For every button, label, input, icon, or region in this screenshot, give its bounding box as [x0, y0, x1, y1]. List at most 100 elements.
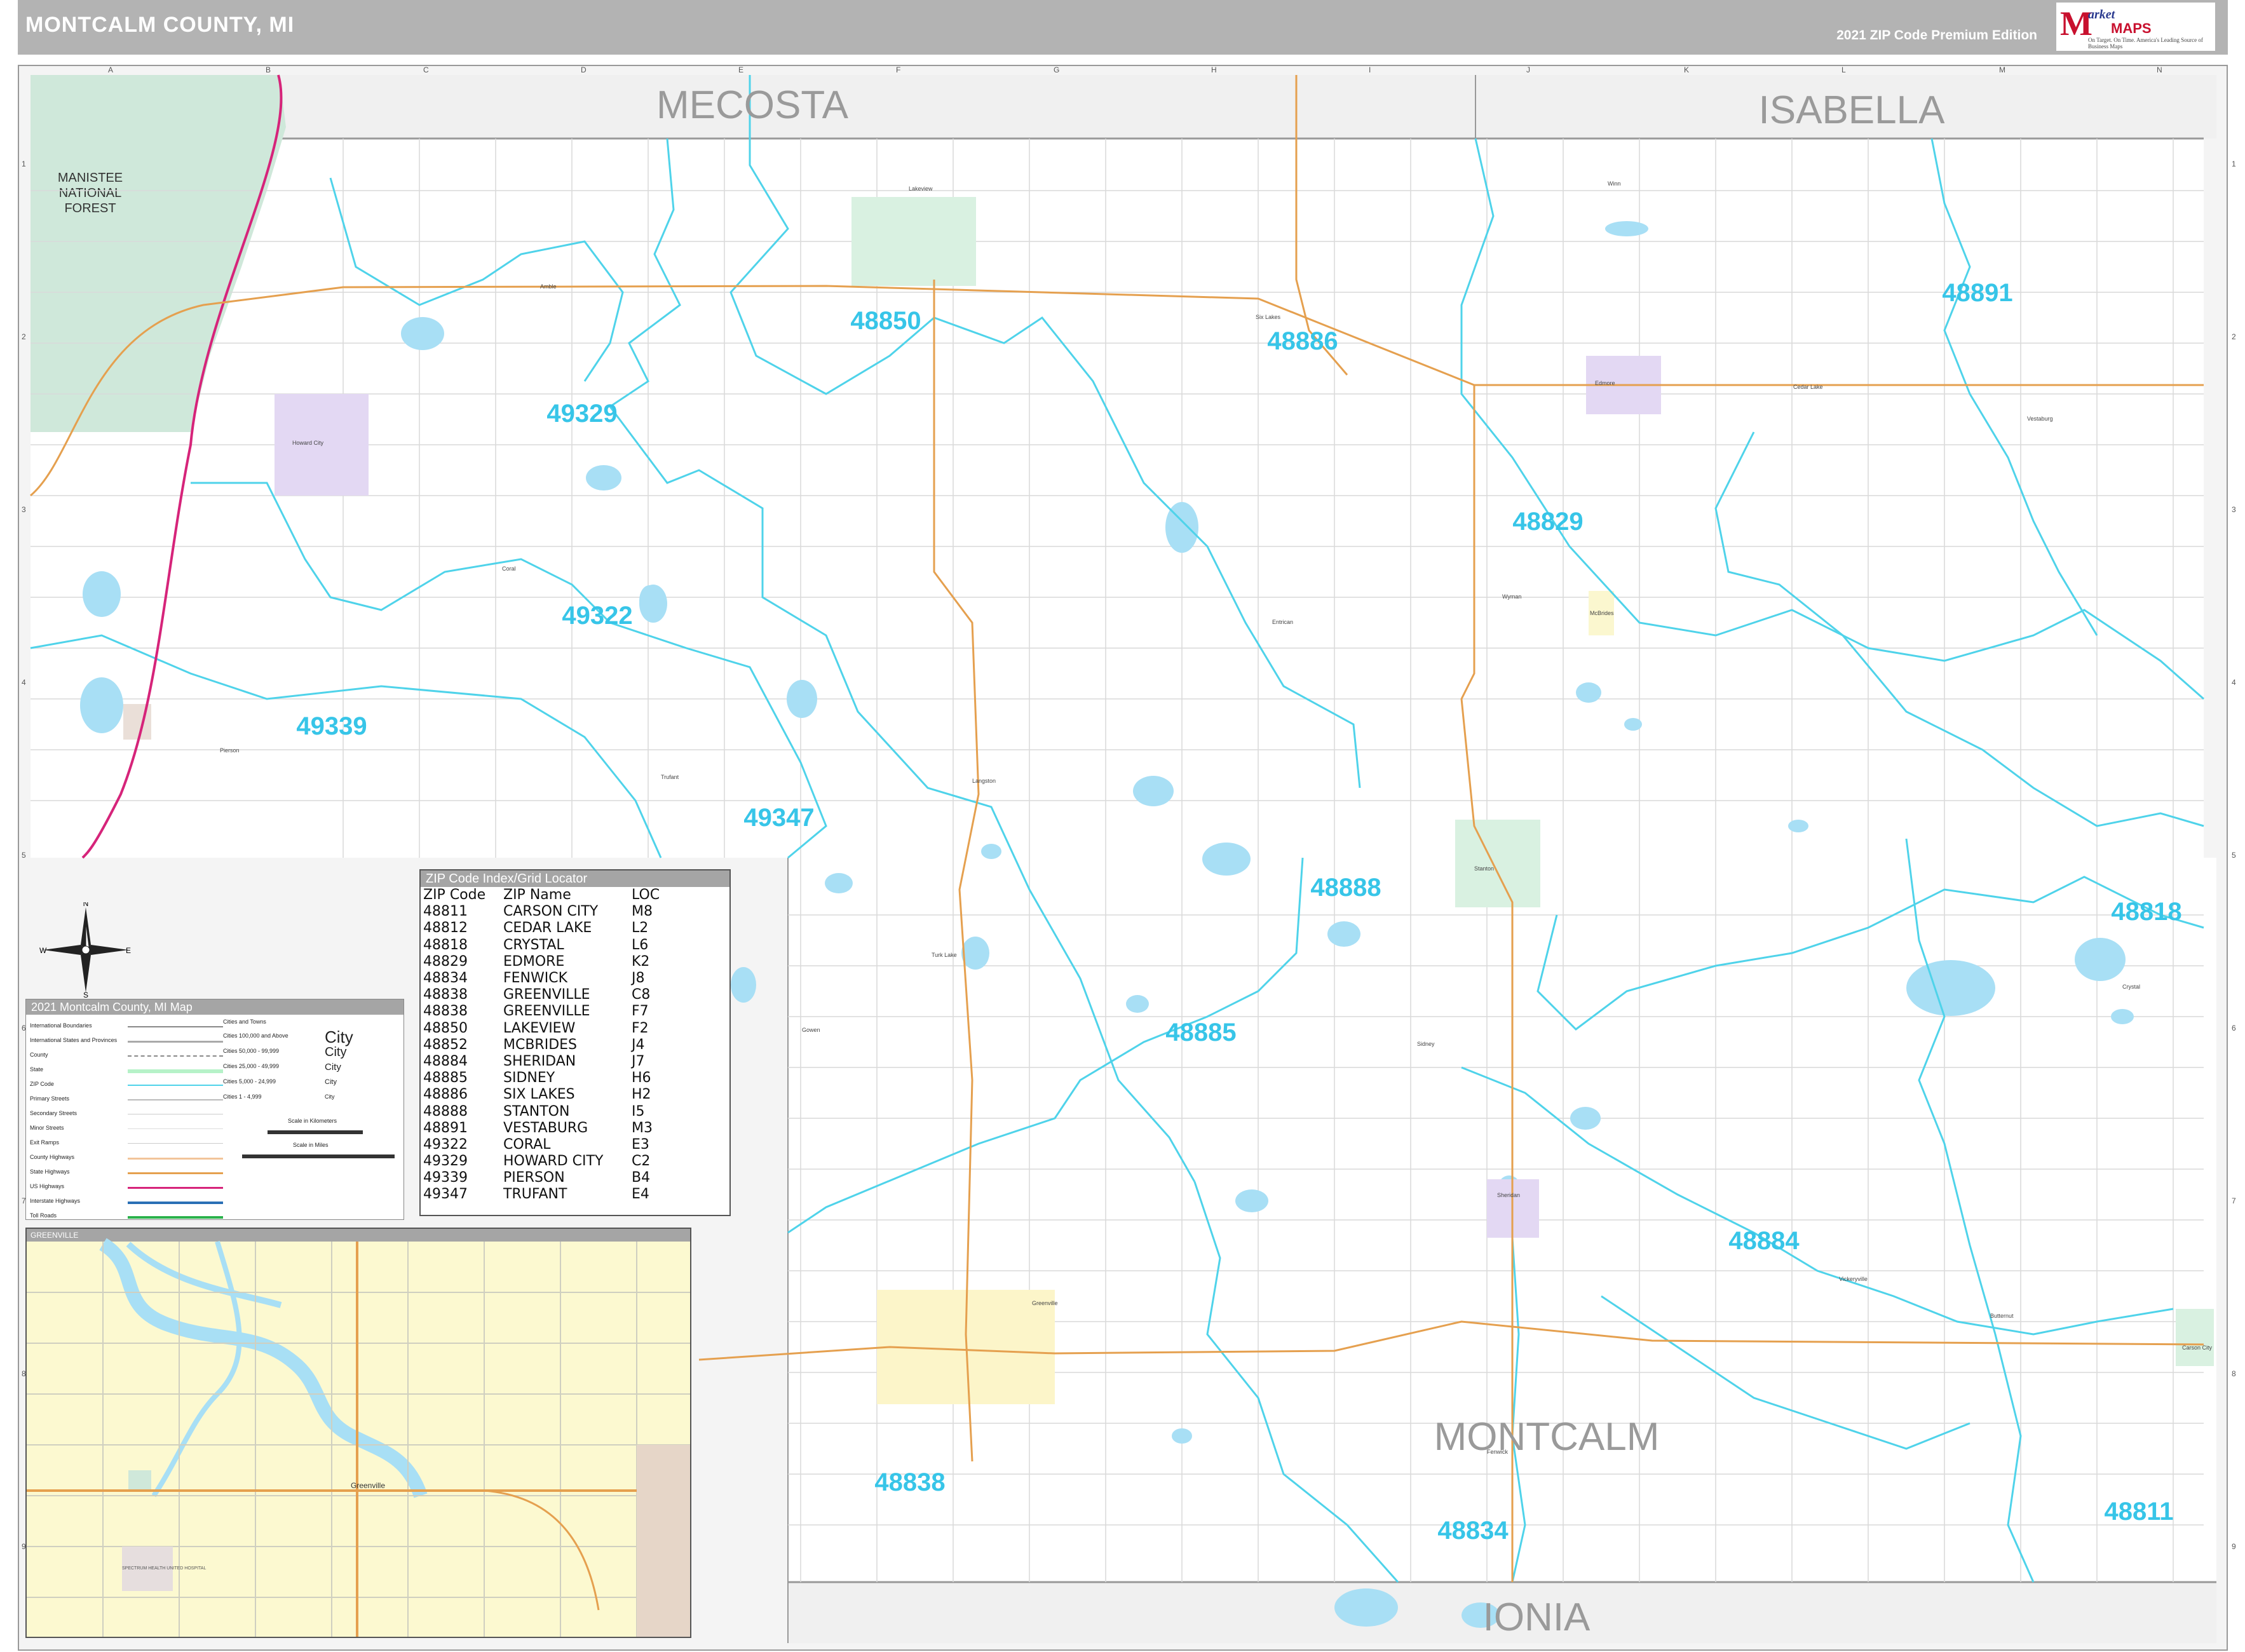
zip-index-header-name: ZIP Name — [503, 887, 571, 904]
grid-col-c: C — [423, 65, 429, 74]
grid-col-l: L — [1841, 65, 1846, 74]
zip-label-49347: 49347 — [743, 804, 814, 832]
zip-name: SHERIDAN — [503, 1053, 576, 1069]
legend-city-sample: City — [325, 1078, 337, 1086]
zip-code: 49329 — [423, 1153, 468, 1170]
county-label-montcalm: MONTCALM — [1434, 1415, 1660, 1459]
zip-label-48838: 48838 — [874, 1468, 945, 1496]
place-fenwick: Fenwick — [1487, 1449, 1509, 1455]
grid-col-d: D — [581, 65, 587, 74]
county-label-isabella: ISABELLA — [1759, 88, 1946, 132]
zip-index-row: 48884 SHERIDAN J7 — [423, 1053, 663, 1070]
legend-city-item: Cities 100,000 and Above — [223, 1032, 288, 1039]
legend-item: State Highways — [30, 1168, 70, 1175]
place-gowen: Gowen — [802, 1027, 820, 1033]
compass-n: N — [83, 902, 89, 908]
grid-row-3-right: 3 — [2232, 505, 2236, 514]
zip-label-48891: 48891 — [1942, 279, 2012, 307]
zip-loc: F7 — [632, 1003, 649, 1020]
zip-code: 48886 — [423, 1087, 468, 1103]
zip-code: 48838 — [423, 987, 468, 1003]
grid-col-j: J — [1526, 65, 1530, 74]
legend-scale-km: Scale in Kilometers — [288, 1118, 337, 1124]
zip-code: 48812 — [423, 920, 468, 937]
grid-col-a: A — [108, 65, 113, 74]
zip-name: PIERSON — [503, 1170, 565, 1186]
compass-e: E — [126, 946, 131, 955]
legend-city-item: Cities 25,000 - 49,999 — [223, 1063, 280, 1069]
zip-label-48834: 48834 — [1437, 1517, 1509, 1545]
zip-loc: I5 — [632, 1103, 645, 1120]
zip-code: 48891 — [423, 1120, 468, 1136]
zip-label-49329: 49329 — [546, 400, 617, 428]
county-label-ionia: IONIA — [1483, 1595, 1590, 1639]
legend-item: US Highways — [30, 1183, 65, 1189]
grid-row-2: 2 — [22, 332, 26, 341]
zip-name: STANTON — [503, 1103, 570, 1120]
place-coral: Coral — [502, 565, 516, 572]
legend-item: Secondary Streets — [30, 1110, 78, 1116]
grid-col-g: G — [1054, 65, 1059, 74]
zip-loc: L2 — [632, 920, 649, 937]
grid-row-1: 1 — [22, 159, 26, 168]
zip-index-row: 48888 STANTON I5 — [423, 1103, 663, 1120]
zip-name: EDMORE — [503, 953, 565, 970]
zip-name: CEDAR LAKE — [503, 920, 592, 937]
zip-code: 48852 — [423, 1036, 468, 1053]
map-legend: 2021 Montcalm County, MI Map Internation… — [25, 999, 404, 1220]
grid-col-m: M — [1999, 65, 2005, 74]
zip-index-row: 48812 CEDAR LAKE L2 — [423, 920, 663, 937]
grid-col-b: B — [266, 65, 271, 74]
legend-item: County — [30, 1052, 48, 1058]
zip-loc: C2 — [632, 1153, 651, 1170]
zip-code: 48850 — [423, 1020, 468, 1036]
grid-row-4-right: 4 — [2232, 678, 2236, 687]
zip-code-index: ZIP Code Index/Grid Locator ZIP Code ZIP… — [419, 869, 731, 1216]
legend-item: State — [30, 1066, 44, 1073]
zip-index-row: 48838 GREENVILLE C8 — [423, 987, 663, 1003]
zip-name: VESTABURG — [503, 1120, 588, 1136]
zip-name: GREENVILLE — [503, 987, 590, 1003]
zip-code: 48884 — [423, 1053, 468, 1069]
inset-label-hospital: SPECTRUM HEALTH UNITED HOSPITAL — [122, 1566, 206, 1571]
zip-code: 49322 — [423, 1136, 468, 1153]
place-vestaburg: Vestaburg — [2027, 416, 2053, 422]
place-cedar-lake: Cedar Lake — [1793, 384, 1823, 390]
place-langston: Langston — [972, 778, 996, 784]
zip-code: 48888 — [423, 1103, 468, 1120]
zip-index-row: 48811 CARSON CITY M8 — [423, 904, 663, 920]
grid-col-k: K — [1684, 65, 1689, 74]
zip-loc: J4 — [632, 1036, 645, 1053]
zip-loc: H2 — [632, 1087, 651, 1103]
place-vickeryville: Vickeryville — [1839, 1276, 1868, 1282]
zip-index-row: 49339 PIERSON B4 — [423, 1170, 663, 1186]
zip-index-row: 48850 LAKEVIEW F2 — [423, 1020, 663, 1037]
legend-city-item: Cities 1 - 4,999 — [223, 1093, 262, 1100]
legend-city-item: Cities 5,000 - 24,999 — [223, 1078, 276, 1085]
legend-item: International States and Provinces — [30, 1037, 118, 1043]
place-butternut: Butternut — [1990, 1313, 2014, 1319]
place-winn: Winn — [1608, 180, 1621, 187]
place-entrican: Entrican — [1272, 619, 1293, 625]
legend-scale-mi: Scale in Miles — [293, 1142, 329, 1148]
zip-loc: M8 — [632, 904, 653, 920]
grid-col-e: E — [738, 65, 743, 74]
zip-label-48885: 48885 — [1165, 1019, 1236, 1046]
place-edmore: Edmore — [1595, 380, 1615, 386]
zip-name: HOWARD CITY — [503, 1153, 604, 1170]
place-mcbrides: McBrides — [1590, 610, 1614, 616]
lakeview-area — [851, 197, 976, 286]
zip-name: CRYSTAL — [503, 937, 564, 953]
zip-loc: L6 — [632, 937, 649, 953]
zip-name: CARSON CITY — [503, 904, 599, 920]
zip-name: SIX LAKES — [503, 1087, 575, 1103]
grid-row-8-right: 8 — [2232, 1369, 2236, 1378]
zip-label-48829: 48829 — [1512, 508, 1583, 536]
greenville-inset-map: GREENVILLE Greenville SPECTRUM HEALTH UN… — [25, 1228, 691, 1638]
place-sidney: Sidney — [1417, 1041, 1435, 1047]
grid-row-4: 4 — [22, 678, 26, 687]
inset-label-greenville: Greenville — [351, 1481, 385, 1490]
zip-index-title: ZIP Code Index/Grid Locator — [421, 870, 729, 887]
forest-label-line3: FOREST — [64, 201, 116, 215]
zip-name: GREENVILLE — [503, 1003, 590, 1020]
